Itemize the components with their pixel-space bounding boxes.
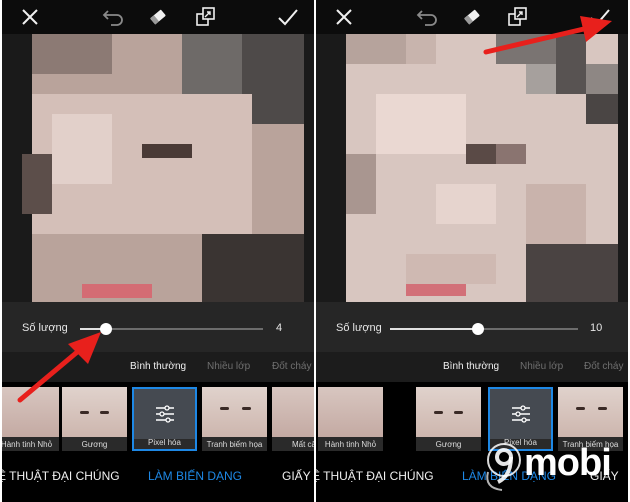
category-tabs: Ệ THUẬT ĐẠI CHÚNG LÀM BIẾN DẠNG GIẤY: [2, 454, 314, 502]
blend-mode-row: Bình thường Nhiều lớp Đốt cháy: [2, 352, 314, 382]
blend-mode-multiply[interactable]: Nhiều lớp: [207, 361, 250, 372]
thumb-image: [62, 387, 127, 437]
close-icon[interactable]: [16, 3, 44, 31]
blend-mode-multiply[interactable]: Nhiều lớp: [520, 361, 563, 372]
tab-pop-art[interactable]: Ệ THUẬT ĐẠI CHÚNG: [2, 469, 120, 483]
amount-slider-bar: Số lượng 10: [316, 302, 628, 352]
thumb-image: [2, 387, 59, 437]
slider-handle[interactable]: [100, 323, 112, 335]
thumb-label: Hành tinh Nhỏ: [324, 440, 377, 449]
thumb-label: Gương: [435, 440, 462, 449]
thumb-label: Gương: [81, 440, 108, 449]
top-toolbar: [316, 0, 628, 34]
9mobi-logo: [486, 443, 521, 491]
photo-preview-pixelized: [316, 34, 628, 302]
undo-icon[interactable]: [100, 3, 128, 31]
tab-paper[interactable]: GIẤY: [282, 469, 311, 483]
blend-mode-burn[interactable]: Đốt cháy: [272, 361, 311, 372]
editor-panel-before: Số lượng 4 Bình thường Nhiều lớp Đốt chá…: [2, 0, 314, 502]
watermark-text: mobi: [524, 442, 612, 484]
slider-label: Số lượng: [22, 322, 68, 334]
thumb-image: [318, 387, 383, 437]
tab-pop-art[interactable]: Ệ THUẬT ĐẠI CHÚNG: [316, 469, 434, 483]
slider-fill: [390, 328, 478, 330]
thumb-image: [134, 389, 195, 439]
tab-distort[interactable]: LÀM BIẾN DẠNG: [148, 469, 242, 483]
effect-thumbnails: Hành tinh Nhỏ Gương Pixel hóa Tranh biếm…: [2, 382, 314, 454]
amount-slider-bar: Số lượng 4: [2, 302, 314, 352]
thumb-label: Hành tinh Nhỏ: [2, 440, 53, 449]
adjust-sliders-icon: [155, 405, 174, 423]
top-toolbar: [2, 0, 314, 34]
thumb-image: [202, 387, 267, 437]
blend-mode-row: Bình thường Nhiều lớp Đốt cháy: [316, 352, 628, 382]
layers-icon[interactable]: [192, 3, 220, 31]
layers-icon[interactable]: [504, 3, 532, 31]
effect-thumb-mirror[interactable]: Gương: [62, 387, 127, 451]
blend-mode-normal[interactable]: Bình thường: [130, 361, 186, 372]
undo-icon[interactable]: [414, 3, 442, 31]
effect-thumb-mirror[interactable]: Gương: [416, 387, 481, 451]
watermark: mobi: [482, 440, 622, 498]
close-icon[interactable]: [330, 3, 358, 31]
eraser-icon[interactable]: [458, 3, 486, 31]
slider-value: 10: [590, 322, 603, 334]
adjust-sliders-icon: [511, 405, 530, 423]
check-icon[interactable]: [586, 3, 614, 31]
effect-thumb-imbalance[interactable]: Mất cân: [272, 387, 314, 451]
blend-mode-burn[interactable]: Đốt cháy: [584, 361, 623, 372]
thumb-image: [558, 387, 623, 437]
thumb-label: Mất cân: [292, 440, 314, 449]
thumb-image: [490, 389, 551, 439]
thumb-image: [416, 387, 481, 437]
effect-thumb-tiny-planet[interactable]: Hành tinh Nhỏ: [2, 387, 59, 451]
effect-thumb-caricature[interactable]: Tranh biếm họa: [202, 387, 267, 451]
slider-value: 4: [276, 322, 283, 334]
effect-thumb-pixelize[interactable]: Pixel hóa: [132, 387, 197, 451]
thumb-label: Pixel hóa: [148, 438, 181, 447]
effect-thumb-tiny-planet[interactable]: Hành tinh Nhỏ: [318, 387, 383, 451]
thumb-label: Tranh biếm họa: [206, 440, 263, 449]
eraser-icon[interactable]: [144, 3, 172, 31]
slider-label: Số lượng: [336, 322, 382, 334]
editor-panel-after: Số lượng 10 Bình thường Nhiều lớp Đốt ch…: [316, 0, 628, 502]
blend-mode-normal[interactable]: Bình thường: [443, 361, 499, 372]
check-icon[interactable]: [274, 3, 302, 31]
photo-preview: [2, 34, 314, 302]
slider-handle[interactable]: [472, 323, 484, 335]
thumb-image: [272, 387, 314, 437]
